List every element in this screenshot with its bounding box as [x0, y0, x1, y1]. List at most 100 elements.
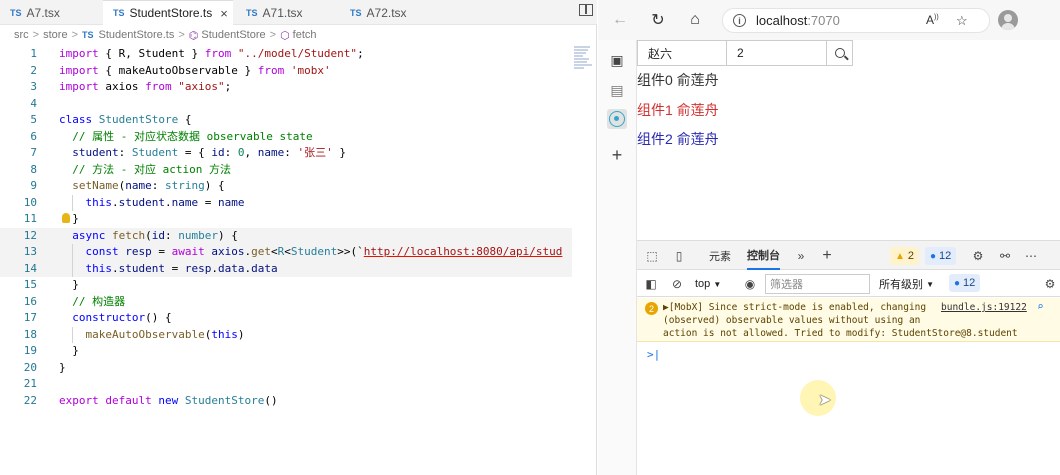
line-number: 22: [23, 393, 37, 407]
line-source: makeAutoObservable(this): [59, 327, 245, 341]
devtools-tabbar: ⬚ ▯ 元素 控制台 » + ▲ 2 ● 12 ⚙ ⚯ ⋯: [637, 241, 1060, 270]
search-icon: [834, 48, 845, 58]
line-source: setName(name: string) {: [59, 179, 225, 192]
typescript-icon: TS: [10, 7, 22, 18]
context-select[interactable]: top ▼: [695, 275, 721, 293]
line-source: student: Student = { id: 0, name: '张三' }: [59, 146, 346, 159]
breadcrumb-separator: >: [32, 29, 40, 41]
code-editor[interactable]: TS A7.tsx TS StudentStore.ts × TS A71.ts…: [0, 0, 597, 475]
favorite-star-icon[interactable]: ☆: [956, 13, 968, 29]
line-number: 2: [30, 63, 37, 77]
tab-studentstore[interactable]: TS StudentStore.ts ×: [103, 0, 233, 25]
line-number: 17: [23, 311, 37, 324]
tab-a7[interactable]: TS A7.tsx: [0, 0, 100, 25]
source-link[interactable]: bundle.js:19122: [941, 302, 1027, 313]
console-filter-bar: ◧ ⊘ top ▼ ◉ 筛选器 所有级别 ▼ ● 12 ⚙: [637, 271, 1060, 297]
info-badge[interactable]: ● 12: [949, 274, 981, 292]
address-bar[interactable]: i localhost:7070: [722, 8, 990, 33]
tab-console[interactable]: 控制台: [747, 241, 780, 270]
inspect-icon[interactable]: ⬚: [644, 248, 660, 264]
home-icon[interactable]: ⌂: [685, 10, 705, 30]
devtools-panel: ⬚ ▯ 元素 控制台 » + ▲ 2 ● 12 ⚙ ⚯ ⋯ ◧ ⊘ top ▼ ◉ …: [637, 240, 1060, 475]
refresh-icon[interactable]: ↻: [648, 10, 668, 30]
breadcrumb-src[interactable]: src: [14, 29, 29, 41]
device-toolbar-icon[interactable]: ▯: [671, 248, 687, 264]
tabs-icon[interactable]: ▣: [607, 50, 627, 70]
react-devtools-icon[interactable]: [607, 109, 627, 129]
code-line: 10 this.student.name = name: [0, 194, 572, 211]
method-icon: ⬡: [280, 29, 290, 42]
code-line: 14 this.student = resp.data.data: [0, 260, 572, 277]
code-line: 11 }: [0, 211, 572, 228]
line-source: this.student.name = name: [59, 195, 245, 209]
url-port: :7070: [807, 13, 840, 28]
breadcrumb-store[interactable]: store: [43, 29, 67, 41]
code-line: 13 const resp = await axios.get<R<Studen…: [0, 244, 572, 261]
line-source: }: [59, 278, 79, 291]
breadcrumb-class[interactable]: StudentStore: [201, 29, 265, 41]
breadcrumb-separator: >: [71, 29, 79, 41]
tab-a72[interactable]: TS A72.tsx: [340, 0, 440, 25]
line-source: import { makeAutoObservable } from 'mobx…: [59, 63, 331, 77]
search-form: 赵六 2: [637, 40, 853, 66]
line-source: export default new StudentStore(): [59, 393, 278, 407]
code-line: 17 constructor() {: [0, 310, 572, 327]
breadcrumb-file[interactable]: StudentStore.ts: [99, 29, 175, 41]
add-tab-icon[interactable]: +: [819, 247, 835, 264]
id-input[interactable]: 2: [727, 40, 827, 66]
gear-icon[interactable]: ⚙: [970, 248, 986, 264]
line-source: // 方法 - 对应 action 方法: [59, 162, 231, 176]
line-number: 13: [23, 245, 37, 258]
book-icon[interactable]: ▤: [607, 80, 627, 100]
minimap[interactable]: [574, 46, 594, 76]
tab-elements[interactable]: 元素: [709, 241, 731, 270]
console-prompt[interactable]: >|: [647, 348, 660, 361]
tab-label: StudentStore.ts: [129, 6, 213, 20]
component-2: 组件2 俞莲舟: [637, 131, 719, 147]
message-line[interactable]: ▶[MobX] Since strict-mode is enabled, ch…: [663, 302, 926, 313]
code-line: 5 class StudentStore {: [0, 112, 572, 129]
typescript-icon: TS: [82, 30, 94, 40]
message-line: action is not allowed. Tried to modify: …: [663, 328, 1018, 339]
code-line: 21: [0, 376, 572, 393]
line-number: 3: [30, 80, 37, 93]
add-icon[interactable]: +: [607, 145, 627, 165]
line-source: const resp = await axios.get<R<Student>>…: [59, 245, 563, 258]
breadcrumb-separator: >: [269, 29, 277, 41]
customize-icon[interactable]: ⚯: [997, 248, 1013, 264]
log-level-select[interactable]: 所有级别 ▼: [879, 275, 934, 293]
sidebar-toggle-icon[interactable]: ◧: [643, 276, 659, 292]
breadcrumb-method[interactable]: fetch: [293, 29, 317, 41]
code-area[interactable]: 1 import { R, Student } from "../model/St…: [0, 46, 572, 409]
close-icon[interactable]: ×: [220, 6, 228, 21]
tab-a71[interactable]: TS A71.tsx: [236, 0, 336, 25]
more-tabs-icon[interactable]: »: [793, 248, 809, 264]
more-options-icon[interactable]: ⋯: [1023, 248, 1039, 264]
url-host: localhost: [756, 13, 808, 28]
line-number: 9: [30, 179, 37, 192]
name-input[interactable]: 赵六: [637, 40, 727, 66]
breadcrumb: src > store > TS StudentStore.ts > ⌬ Stu…: [14, 27, 317, 43]
split-editor-icon[interactable]: [579, 4, 593, 16]
info-badge[interactable]: ● 12: [925, 247, 957, 265]
line-number: 4: [30, 96, 37, 110]
line-number: 6: [30, 129, 37, 143]
code-line: 6 // 属性 - 对应状态数据 observable state: [0, 129, 572, 146]
eye-icon[interactable]: ◉: [742, 276, 758, 292]
back-arrow-icon[interactable]: ←: [610, 10, 630, 30]
gear-icon[interactable]: ⚙: [1042, 276, 1058, 292]
clear-console-icon[interactable]: ⊘: [669, 276, 685, 292]
avatar[interactable]: [998, 10, 1018, 30]
search-button[interactable]: [827, 40, 853, 66]
warning-badge[interactable]: ▲ 2: [890, 247, 920, 265]
console-warning-message: 2 ▶[MobX] Since strict-mode is enabled, …: [637, 298, 1060, 342]
filter-input[interactable]: 筛选器: [765, 274, 870, 294]
line-source: class StudentStore {: [59, 113, 192, 126]
line-number: 15: [23, 278, 37, 291]
search-icon[interactable]: ⌕: [1037, 300, 1044, 313]
code-line: 4: [0, 96, 572, 113]
info-icon[interactable]: i: [733, 14, 746, 27]
read-aloud-icon[interactable]: A)): [926, 13, 939, 27]
tab-label: A7.tsx: [26, 5, 60, 20]
code-line: 19 }: [0, 343, 572, 360]
